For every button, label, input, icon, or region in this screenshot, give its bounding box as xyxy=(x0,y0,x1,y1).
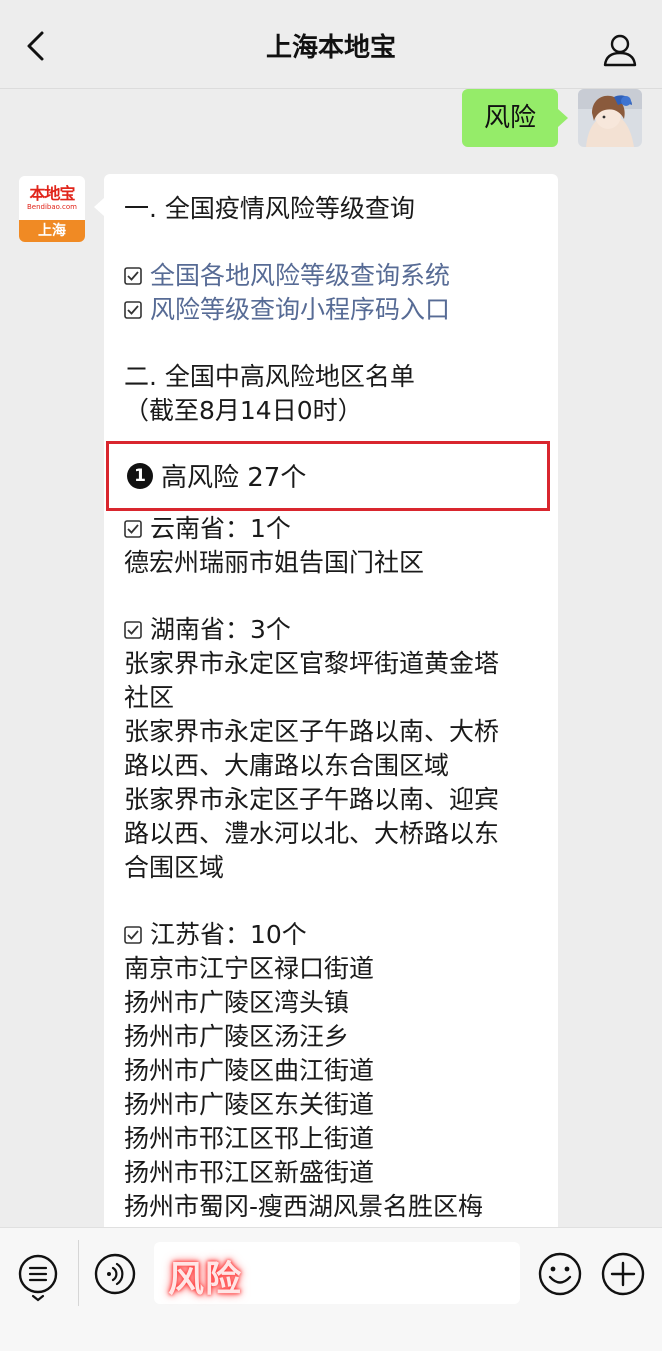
checkbox-icon xyxy=(124,267,142,285)
number-badge: 1 xyxy=(127,462,153,489)
area-line: 扬州市广陵区曲江街道 xyxy=(124,1056,375,1085)
area-line: 扬州市广陵区汤汪乡 xyxy=(124,1022,350,1051)
area-line: 张家界市永定区子午路以南、大桥 xyxy=(124,717,500,746)
link-text[interactable]: 风险等级查询小程序码入口 xyxy=(150,293,450,327)
section2-title: 二. 全国中高风险地区名单 xyxy=(124,362,415,391)
logo-sub-text: Bendibao.com xyxy=(26,202,77,211)
navigation-bar: 上海本地宝 xyxy=(0,0,662,89)
emoji-button[interactable] xyxy=(537,1251,583,1297)
profile-button[interactable] xyxy=(600,30,640,70)
area-line: 德宏州瑞丽市姐告国门社区 xyxy=(124,548,425,577)
chat-title: 上海本地宝 xyxy=(265,33,396,63)
bot-message-bubble[interactable]: 一. 全国疫情风险等级查询 全国各地风险等级查询系统 风险等级查询小程序码入口 … xyxy=(94,174,558,1227)
area-line: 扬州市蜀冈-瘦西湖风景名胜区梅 xyxy=(124,1192,484,1221)
more-button[interactable] xyxy=(600,1251,646,1297)
risk-query-system-link[interactable]: 全国各地风险等级查询系统 xyxy=(124,259,542,293)
mini-program-link[interactable]: 风险等级查询小程序码入口 xyxy=(124,293,542,327)
high-risk-highlight: 1 高风险 27个 xyxy=(106,441,550,511)
plus-icon xyxy=(601,1252,645,1296)
area-line: 合围区域 xyxy=(124,853,225,882)
province-header: 云南省：1个 xyxy=(124,512,542,546)
checkbox-icon xyxy=(124,621,142,639)
chat-area[interactable]: 风险 本地宝 Bendibao.com 上海 一. 全国疫情风险等级查询 全国各… xyxy=(0,89,662,1227)
logo-city-text: 上海 xyxy=(19,220,85,242)
input-text: 风险 xyxy=(168,1259,243,1300)
high-risk-label: 高风险 27个 xyxy=(161,463,307,493)
section2-note: （截至8月14日0时） xyxy=(124,396,363,425)
input-bar: 风险 xyxy=(0,1227,662,1351)
bot-avatar[interactable]: 本地宝 Bendibao.com 上海 xyxy=(19,176,85,242)
area-line: 扬州市广陵区湾头镇 xyxy=(124,988,350,1017)
user-avatar[interactable] xyxy=(578,89,642,147)
menu-button[interactable] xyxy=(16,1252,60,1302)
area-line: 扬州市邗江区邗上街道 xyxy=(124,1124,375,1153)
area-line: 张家界市永定区官黎坪街道黄金塔 xyxy=(124,649,500,678)
link-text[interactable]: 全国各地风险等级查询系统 xyxy=(150,259,450,293)
area-line: 南京市江宁区禄口街道 xyxy=(124,954,375,983)
divider xyxy=(78,1240,79,1306)
user-message-bubble[interactable]: 风险 xyxy=(461,89,569,147)
area-line: 扬州市邗江区新盛街道 xyxy=(124,1158,375,1187)
person-icon xyxy=(603,34,637,67)
checkbox-icon xyxy=(124,926,142,944)
area-line: 路以西、澧水河以北、大桥路以东 xyxy=(124,819,500,848)
province-header: 湖南省：3个 xyxy=(124,613,542,647)
list-menu-icon xyxy=(18,1254,58,1302)
area-line: 路以西、大庸路以东合围区域 xyxy=(124,751,450,780)
logo-main-text: 本地宝 xyxy=(29,183,75,203)
area-line: 张家界市永定区子午路以南、迎宾 xyxy=(124,785,500,814)
message-input[interactable]: 风险 xyxy=(154,1242,520,1304)
area-line: 扬州市广陵区东关街道 xyxy=(124,1090,375,1119)
checkbox-icon xyxy=(124,520,142,538)
voice-button[interactable] xyxy=(93,1252,137,1296)
emoji-icon xyxy=(538,1252,582,1296)
voice-icon xyxy=(94,1253,136,1295)
checkbox-icon xyxy=(124,301,142,319)
area-line: 社区 xyxy=(124,683,175,712)
province-header: 江苏省：10个 xyxy=(124,918,542,952)
section1-title: 一. 全国疫情风险等级查询 xyxy=(124,194,415,223)
